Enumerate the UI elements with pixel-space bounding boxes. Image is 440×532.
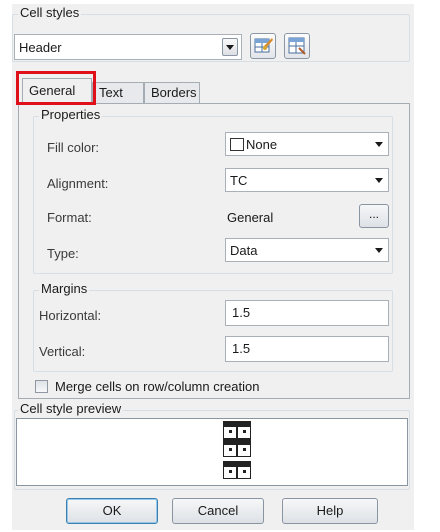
format-label: Format: [47, 210, 92, 225]
merge-cells-label[interactable]: Merge cells on row/column creation [55, 379, 259, 395]
tab-borders[interactable]: Borders [144, 82, 200, 104]
fill-color-swatch [230, 137, 244, 151]
cell-style-dropdown-button[interactable] [222, 38, 238, 56]
type-select[interactable]: Data [225, 238, 389, 262]
vertical-margin-label: Vertical: [39, 344, 86, 359]
new-cell-style-icon[interactable] [250, 33, 276, 59]
chevron-down-icon [375, 142, 383, 147]
cancel-button[interactable]: Cancel [172, 498, 264, 524]
vertical-margin-input[interactable]: 1.5 [225, 336, 389, 362]
chevron-down-icon [375, 178, 383, 183]
chevron-down-icon [375, 248, 383, 253]
ok-button[interactable]: OK [66, 498, 158, 524]
preview-group-label: Cell style preview [18, 401, 124, 416]
fill-color-select[interactable]: None [225, 132, 389, 156]
format-browse-button[interactable]: ... [359, 204, 389, 228]
tab-text-label: Text [99, 85, 123, 100]
type-value: Data [230, 242, 258, 258]
preview-cell-icon [223, 439, 237, 457]
margins-group-label: Margins [39, 281, 90, 296]
horizontal-margin-label: Horizontal: [39, 308, 102, 323]
horizontal-margin-input[interactable]: 1.5 [225, 300, 389, 326]
cell-style-select[interactable]: Header [14, 34, 242, 60]
manage-cell-styles-icon[interactable] [284, 33, 310, 59]
merge-cells-checkbox[interactable] [35, 380, 48, 393]
tab-borders-label: Borders [151, 85, 197, 100]
general-tab-highlight [16, 71, 96, 105]
format-value: General [227, 210, 274, 225]
alignment-select[interactable]: TC [225, 168, 389, 192]
cell-styles-group-label: Cell styles [18, 5, 82, 20]
fill-color-label: Fill color: [47, 140, 100, 155]
cell-style-select-value: Header [19, 39, 62, 55]
properties-group-label: Properties [39, 107, 103, 122]
help-button[interactable]: Help [282, 498, 378, 524]
preview-cell-icon [237, 461, 251, 479]
cell-style-dialog: Cell styles Header General Text Borders [12, 4, 414, 530]
cell-style-preview [16, 418, 408, 486]
tab-text[interactable]: Text [92, 82, 144, 104]
fill-color-value: None [246, 136, 278, 152]
preview-cell-icon [237, 421, 251, 439]
general-tab-panel: Properties Fill color: None Alignment: T… [18, 103, 410, 399]
preview-cell-icon [237, 439, 251, 457]
alignment-label: Alignment: [47, 176, 109, 191]
preview-cell-icon [223, 421, 237, 439]
type-label: Type: [47, 246, 79, 261]
alignment-value: TC [230, 172, 248, 188]
preview-cell-icon [223, 461, 237, 479]
